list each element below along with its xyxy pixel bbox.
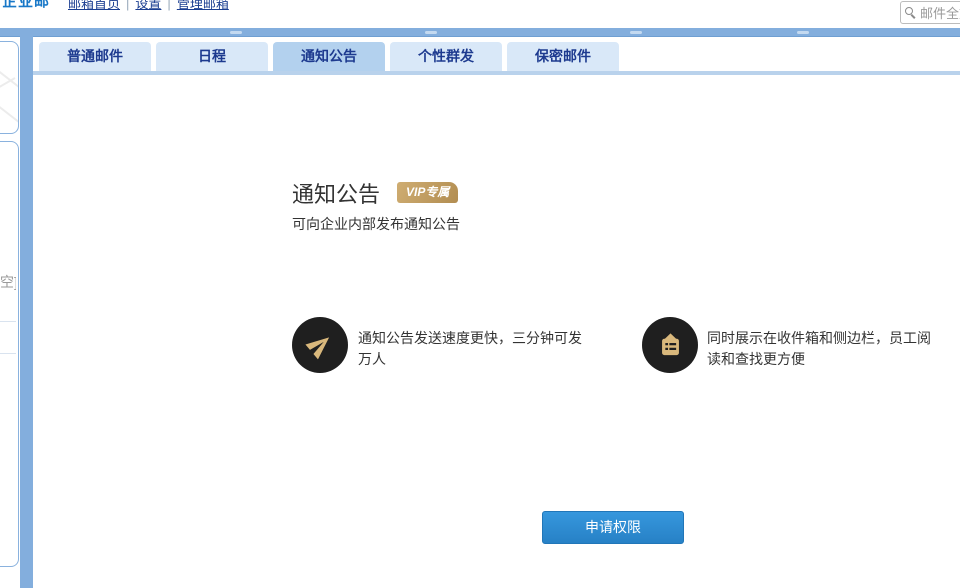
tab-normal-mail[interactable]: 普通邮件 — [39, 42, 151, 71]
vip-badge: VIP专属 — [397, 182, 458, 203]
strip-dash — [630, 31, 642, 34]
page-subtitle: 可向企业内部发布通知公告 — [292, 214, 460, 234]
search-placeholder: 邮件全文搜索 — [920, 3, 960, 22]
header: 企业邮箱 邮箱首页|设置|管理邮箱 邮件全文搜索 — [0, 0, 960, 28]
frame-left-strip — [20, 28, 33, 588]
feature-text: 同时展示在收件箱和侧边栏，员工阅读和查找更方便 — [707, 328, 943, 370]
page: 企业邮箱 邮箱首页|设置|管理邮箱 邮件全文搜索 空] 普通邮件 日程 通知公告… — [0, 0, 960, 588]
search-icon — [905, 7, 917, 19]
nav-link-mail-home[interactable]: 邮箱首页 — [68, 0, 120, 11]
search-input[interactable]: 邮件全文搜索 — [900, 1, 960, 24]
frame-top-strip — [0, 28, 960, 37]
strip-dash — [797, 31, 809, 34]
sidebar-top-panel — [0, 41, 19, 134]
nav-separator: | — [161, 0, 176, 11]
nav-separator: | — [120, 0, 135, 11]
paper-plane-icon — [292, 317, 348, 373]
nav-link-manage-mailbox[interactable]: 管理邮箱 — [177, 0, 229, 11]
tab-secure-mail[interactable]: 保密邮件 — [507, 42, 619, 71]
apply-permission-button[interactable]: 申请权限 — [542, 511, 684, 544]
sidebar-divider — [0, 321, 16, 322]
feature-text: 通知公告发送速度更快，三分钟可发万人 — [358, 328, 594, 370]
logo-fragment: 企业邮箱 — [2, 0, 60, 8]
sidebar-text-fragment: 空] — [0, 272, 16, 292]
page-title: 通知公告 — [292, 177, 380, 209]
tab-mass-send[interactable]: 个性群发 — [390, 42, 502, 71]
strip-dash — [425, 31, 437, 34]
sidebar-panel: 空] — [0, 141, 19, 567]
tab-schedule[interactable]: 日程 — [156, 42, 268, 71]
header-nav: 邮箱首页|设置|管理邮箱 — [68, 0, 229, 12]
tab-bar-underline — [33, 71, 960, 75]
tab-notice[interactable]: 通知公告 — [273, 42, 385, 71]
clipboard-icon — [642, 317, 698, 373]
nav-link-settings[interactable]: 设置 — [135, 0, 161, 11]
main-panel: 普通邮件 日程 通知公告 个性群发 保密邮件 通知公告 VIP专属 可向企业内部… — [33, 37, 960, 588]
strip-dash — [230, 31, 242, 34]
sidebar-divider — [0, 353, 16, 354]
